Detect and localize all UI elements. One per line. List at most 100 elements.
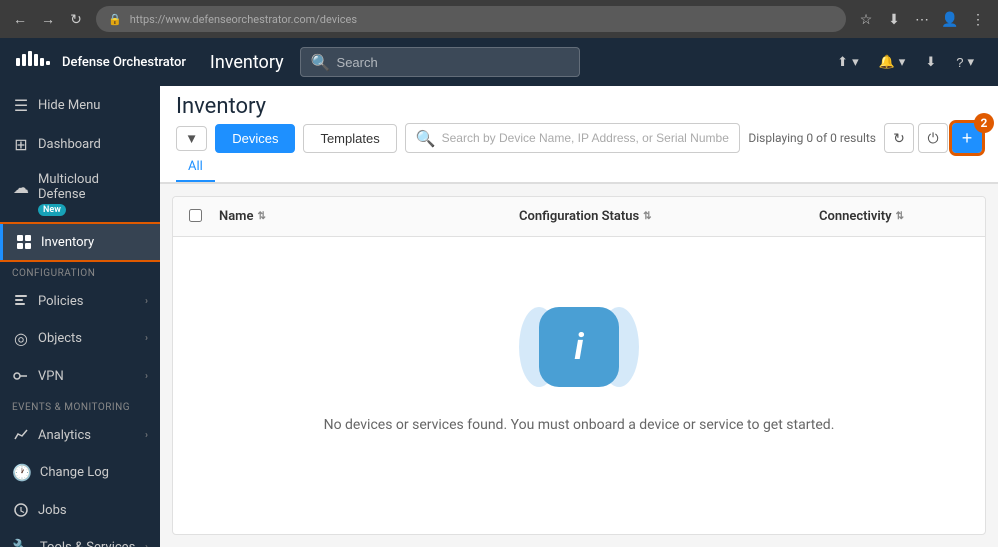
sidebar-item-tools-services[interactable]: 🔧 Tools & Services › (0, 528, 160, 547)
hamburger-icon: ☰ (12, 96, 30, 115)
sidebar-item-dashboard-label: Dashboard (38, 137, 148, 152)
empty-state: i No devices or services found. You must… (173, 237, 985, 493)
change-log-icon: 🕐 (12, 463, 32, 482)
download-nav-button[interactable]: ⬇ (917, 50, 944, 74)
help-button[interactable]: ? ▾ (948, 50, 982, 74)
power-button[interactable]: ⏻ (918, 123, 948, 153)
refresh-icon: ↻ (893, 130, 905, 147)
search-input[interactable] (337, 55, 569, 70)
connectivity-label: Connectivity (819, 209, 892, 224)
sidebar-item-vpn[interactable]: VPN › (0, 358, 160, 394)
hide-menu-label: Hide Menu (38, 98, 148, 113)
name-sort-icon[interactable]: ⇅ (257, 211, 265, 222)
vpn-icon (12, 368, 30, 384)
column-config-status: Configuration Status ⇅ (519, 209, 819, 224)
sidebar-item-tools-services-label: Tools & Services (40, 540, 137, 547)
results-label: Displaying 0 of 0 results (748, 131, 876, 145)
info-graphic: i (519, 297, 639, 397)
forward-button[interactable]: → (36, 7, 60, 31)
tab-search-icon: 🔍 (416, 129, 436, 148)
deploy-button[interactable]: ⬆ ▾ (829, 50, 866, 74)
power-icon: ⏻ (927, 130, 938, 147)
nav-title: Inventory (210, 52, 284, 73)
sidebar-item-multicloud-label: Multicloud Defense (38, 172, 148, 202)
main-content: ☰ Hide Menu ⊞ Dashboard ☁ Multicloud Def… (0, 86, 998, 547)
sidebar-item-dashboard[interactable]: ⊞ Dashboard (0, 125, 160, 164)
browser-chrome: ← → ↻ 🔒 https://www.defenseorchestrator.… (0, 0, 998, 38)
policies-chevron-icon: › (145, 296, 148, 307)
sidebar-item-multicloud[interactable]: ☁ Multicloud Defense New (0, 164, 160, 224)
sidebar-item-jobs[interactable]: Jobs (0, 492, 160, 528)
add-button-wrapper: + 2 (952, 123, 982, 153)
config-sort-icon[interactable]: ⇅ (643, 211, 651, 222)
browser-navigation: ← → ↻ (8, 7, 88, 31)
tabs-area: ▼ Devices Templates 🔍 Displaying 0 of 0 … (160, 123, 998, 153)
search-icon: 🔍 (311, 53, 331, 72)
tab-search[interactable]: 🔍 (405, 123, 741, 153)
column-name: Name ⇅ (219, 209, 519, 224)
sidebar-item-objects[interactable]: ◎ Objects › (0, 319, 160, 358)
sub-tab-all[interactable]: All (176, 153, 215, 182)
sidebar-item-analytics-label: Analytics (38, 428, 137, 443)
extension-button[interactable]: ⋯ (910, 7, 934, 31)
objects-chevron-icon: › (145, 333, 148, 344)
table-select-all[interactable] (189, 207, 219, 226)
reload-button[interactable]: ↻ (64, 7, 88, 31)
plus-icon: + (962, 128, 973, 149)
inventory-icon (15, 234, 33, 250)
action-buttons: ↻ ⏻ + 2 (884, 123, 982, 153)
address-bar[interactable]: 🔒 https://www.defenseorchestrator.com/de… (96, 6, 846, 32)
info-circle-icon: i (539, 307, 619, 387)
new-badge: New (38, 204, 66, 216)
deploy-icon: ⬆ (837, 54, 848, 70)
device-search-input[interactable] (442, 131, 730, 145)
bell-icon: 🔔 (879, 54, 895, 70)
name-column-label: Name (219, 209, 253, 224)
profile-button[interactable]: 👤 (938, 7, 962, 31)
url-text: https://www.defenseorchestrator.com/devi… (130, 13, 357, 26)
sidebar: ☰ Hide Menu ⊞ Dashboard ☁ Multicloud Def… (0, 86, 160, 547)
breadcrumb-title: Inventory (176, 94, 266, 119)
hide-menu-button[interactable]: ☰ Hide Menu (0, 86, 160, 125)
tools-chevron-icon: › (145, 542, 148, 547)
sidebar-item-inventory[interactable]: Inventory (0, 224, 160, 260)
download-button[interactable]: ⬇ (882, 7, 906, 31)
security-icon: 🔒 (108, 13, 122, 26)
content-area: Inventory ▼ Devices Templates 🔍 Displayi… (160, 86, 998, 547)
nav-search[interactable]: 🔍 (300, 47, 580, 77)
jobs-icon (12, 502, 30, 518)
sidebar-item-change-log[interactable]: 🕐 Change Log (0, 453, 160, 492)
download-icon: ⬇ (925, 54, 936, 70)
sidebar-item-inventory-label: Inventory (41, 235, 148, 250)
filter-button[interactable]: ▼ (176, 126, 207, 151)
column-connectivity: Connectivity ⇅ (819, 209, 969, 224)
cisco-logo (16, 50, 52, 74)
sidebar-item-analytics[interactable]: Analytics › (0, 417, 160, 453)
sidebar-item-vpn-label: VPN (38, 369, 137, 384)
sidebar-item-change-log-label: Change Log (40, 465, 148, 480)
info-icon-text: i (574, 326, 583, 368)
breadcrumb-area: Inventory (160, 86, 998, 119)
tab-devices[interactable]: Devices (215, 124, 295, 153)
content-header: Inventory ▼ Devices Templates 🔍 Displayi… (160, 86, 998, 184)
sub-tabs: All (160, 153, 998, 183)
empty-state-message: No devices or services found. You must o… (324, 417, 835, 433)
bookmark-button[interactable]: ☆ (854, 7, 878, 31)
connectivity-sort-icon[interactable]: ⇅ (896, 211, 904, 222)
analytics-chevron-icon: › (145, 430, 148, 441)
help-icon: ? (956, 55, 963, 70)
logo-area: Defense Orchestrator (16, 50, 186, 74)
table-header: Name ⇅ Configuration Status ⇅ Connectivi… (173, 197, 985, 237)
tab-templates[interactable]: Templates (303, 124, 396, 153)
back-button[interactable]: ← (8, 7, 32, 31)
sidebar-item-jobs-label: Jobs (38, 503, 148, 518)
refresh-button[interactable]: ↻ (884, 123, 914, 153)
vpn-chevron-icon: › (145, 371, 148, 382)
tools-icon: 🔧 (12, 538, 32, 547)
select-all-checkbox[interactable] (189, 209, 202, 222)
menu-button[interactable]: ⋮ (966, 7, 990, 31)
cloud-icon: ☁ (12, 178, 30, 197)
sidebar-item-policies[interactable]: Policies › (0, 283, 160, 319)
alerts-button[interactable]: 🔔 ▾ (871, 50, 914, 74)
config-status-label: Configuration Status (519, 209, 639, 224)
